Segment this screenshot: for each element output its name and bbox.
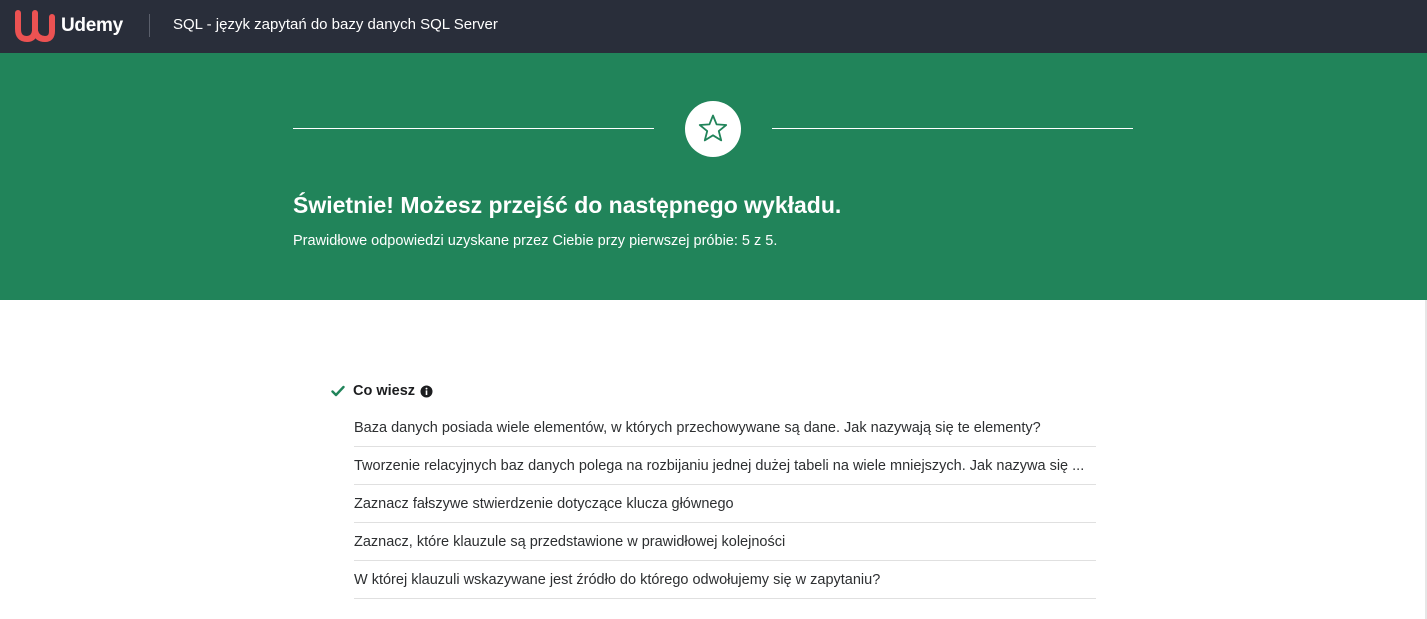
question-item[interactable]: W której klauzuli wskazywane jest źródło… — [354, 561, 1096, 599]
question-text: Zaznacz fałszywe stwierdzenie dotyczące … — [354, 495, 734, 512]
course-title[interactable]: SQL - język zapytań do bazy danych SQL S… — [173, 16, 498, 33]
info-icon[interactable] — [420, 385, 433, 398]
question-text: Zaznacz, które klauzule są przedstawione… — [354, 533, 786, 550]
header-divider — [149, 14, 150, 37]
question-text: Baza danych posiada wiele elementów, w k… — [354, 419, 1041, 436]
question-item[interactable]: Baza danych posiada wiele elementów, w k… — [354, 409, 1096, 447]
question-text: W której klauzuli wskazywane jest źródło… — [354, 571, 881, 588]
question-list: Baza danych posiada wiele elementów, w k… — [354, 409, 1096, 599]
section-header: Co wiesz — [331, 381, 433, 401]
question-item[interactable]: Zaznacz fałszywe stwierdzenie dotyczące … — [354, 485, 1096, 523]
quiz-result-banner: Świetnie! Możesz przejść do następnego w… — [0, 53, 1427, 300]
section-title: Co wiesz — [353, 383, 416, 399]
udemy-logo-icon — [15, 10, 55, 42]
star-icon — [698, 114, 728, 142]
result-title: Świetnie! Możesz przejść do następnego w… — [293, 192, 842, 218]
question-item[interactable]: Tworzenie relacyjnych baz danych polega … — [354, 447, 1096, 485]
brand-name: Udemy — [61, 15, 123, 36]
banner-line-right — [772, 128, 1133, 129]
star-badge — [685, 101, 741, 157]
check-icon — [331, 385, 345, 397]
udemy-logo[interactable]: Udemy — [14, 9, 123, 43]
question-text: Tworzenie relacyjnych baz danych polega … — [354, 457, 1085, 474]
banner-line-left — [293, 128, 654, 129]
result-summary: Prawidłowe odpowiedzi uzyskane przez Cie… — [293, 233, 778, 249]
top-bar: Udemy SQL - język zapytań do bazy danych… — [0, 0, 1427, 53]
question-item[interactable]: Zaznacz, które klauzule są przedstawione… — [354, 523, 1096, 561]
